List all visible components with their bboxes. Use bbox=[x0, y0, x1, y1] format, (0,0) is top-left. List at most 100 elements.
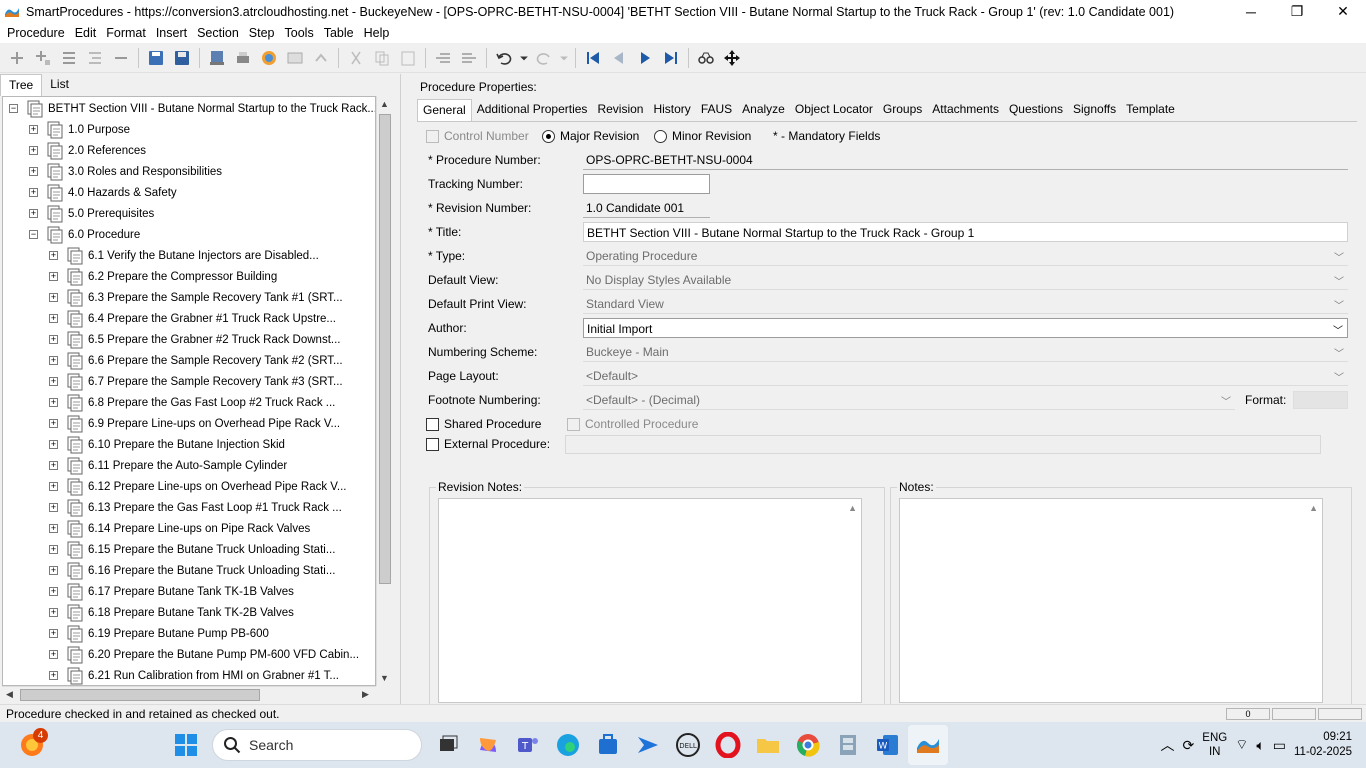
tree-step[interactable]: +6.10 Prepare the Butane Injection Skid bbox=[49, 434, 285, 455]
indent-button[interactable] bbox=[456, 45, 482, 71]
tree-step[interactable]: +6.15 Prepare the Butane Truck Unloading… bbox=[49, 539, 335, 560]
expand-icon[interactable]: + bbox=[49, 272, 58, 281]
redo-dropdown[interactable] bbox=[557, 45, 571, 71]
default-view-select[interactable]: No Display Styles Available ﹀ bbox=[583, 270, 1348, 290]
major-revision-radio[interactable] bbox=[542, 129, 555, 143]
taskbar-opera[interactable] bbox=[708, 725, 748, 765]
menu-step[interactable]: Step bbox=[244, 26, 280, 40]
tab-general[interactable]: General bbox=[417, 99, 472, 121]
expand-icon[interactable]: + bbox=[29, 167, 38, 176]
expand-icon[interactable]: + bbox=[29, 146, 38, 155]
expand-icon[interactable]: + bbox=[49, 629, 58, 638]
tree-step[interactable]: +6.9 Prepare Line-ups on Overhead Pipe R… bbox=[49, 413, 340, 434]
expand-icon[interactable]: + bbox=[49, 251, 58, 260]
tab-attachments[interactable]: Attachments bbox=[927, 99, 1004, 121]
taskbar-copilot[interactable] bbox=[468, 725, 508, 765]
tree-step[interactable]: +6.12 Prepare Line-ups on Overhead Pipe … bbox=[49, 476, 347, 497]
menu-help[interactable]: Help bbox=[359, 26, 395, 40]
taskbar-task-view[interactable] bbox=[428, 725, 468, 765]
expand-icon[interactable]: + bbox=[49, 524, 58, 533]
menu-procedure[interactable]: Procedure bbox=[2, 26, 70, 40]
expand-icon[interactable]: + bbox=[49, 671, 58, 680]
type-select[interactable]: Operating Procedure ﹀ bbox=[583, 246, 1348, 266]
collapse-icon[interactable]: − bbox=[9, 104, 18, 113]
expand-icon[interactable]: + bbox=[49, 377, 58, 386]
external-procedure-option[interactable]: External Procedure: bbox=[426, 437, 550, 451]
tab-object-locator[interactable]: Object Locator bbox=[790, 99, 878, 121]
taskbar-word[interactable]: W bbox=[868, 725, 908, 765]
tree-step[interactable]: +6.7 Prepare the Sample Recovery Tank #3… bbox=[49, 371, 343, 392]
add-subitem-button[interactable] bbox=[30, 45, 56, 71]
tree-section[interactable]: +2.0 References bbox=[29, 140, 146, 161]
maximize-button[interactable]: ❐ bbox=[1274, 0, 1320, 23]
major-revision-option[interactable]: Major Revision bbox=[542, 129, 639, 143]
expand-icon[interactable]: + bbox=[49, 587, 58, 596]
tab-history[interactable]: History bbox=[648, 99, 695, 121]
redo-button[interactable] bbox=[531, 45, 557, 71]
publish-button[interactable] bbox=[204, 45, 230, 71]
language-indicator[interactable]: ENG IN bbox=[1202, 731, 1227, 759]
scroll-thumb[interactable] bbox=[20, 689, 260, 701]
first-button[interactable] bbox=[580, 45, 606, 71]
taskbar-dell[interactable]: DELL bbox=[668, 725, 708, 765]
tree-step[interactable]: +6.14 Prepare Line-ups on Pipe Rack Valv… bbox=[49, 518, 310, 539]
next-button[interactable] bbox=[632, 45, 658, 71]
tree-step[interactable]: +6.13 Prepare the Gas Fast Loop #1 Truck… bbox=[49, 497, 342, 518]
tree-section[interactable]: +3.0 Roles and Responsibilities bbox=[29, 161, 222, 182]
menu-format[interactable]: Format bbox=[101, 26, 151, 40]
notes-textarea[interactable]: ▲ bbox=[899, 498, 1323, 703]
expand-icon[interactable]: + bbox=[49, 440, 58, 449]
expand-icon[interactable]: + bbox=[49, 461, 58, 470]
taskbar-firefox[interactable]: 4 bbox=[12, 725, 52, 765]
expand-icon[interactable]: + bbox=[49, 482, 58, 491]
tree-vertical-scrollbar[interactable]: ▲ ▼ bbox=[376, 96, 392, 686]
indent-list-button[interactable] bbox=[82, 45, 108, 71]
cut-button[interactable] bbox=[343, 45, 369, 71]
scroll-right-icon[interactable]: ▶ bbox=[362, 689, 369, 700]
form-button[interactable] bbox=[282, 45, 308, 71]
scroll-up-icon[interactable]: ▲ bbox=[1309, 503, 1318, 513]
revision-notes-textarea[interactable]: ▲ bbox=[438, 498, 862, 703]
tab-template[interactable]: Template bbox=[1121, 99, 1180, 121]
tree-step[interactable]: +6.16 Prepare the Butane Truck Unloading… bbox=[49, 560, 335, 581]
scroll-up-icon[interactable]: ▲ bbox=[380, 99, 389, 109]
taskbar-app-cabinet[interactable] bbox=[828, 725, 868, 765]
tree-step[interactable]: +6.11 Prepare the Auto-Sample Cylinder bbox=[49, 455, 287, 476]
tab-tree[interactable]: Tree bbox=[0, 74, 43, 96]
tree-section[interactable]: +5.0 Prerequisites bbox=[29, 203, 154, 224]
battery-icon[interactable]: ▭ bbox=[1273, 737, 1286, 754]
tree-step[interactable]: +6.21 Run Calibration from HMI on Grabne… bbox=[49, 665, 339, 685]
tracking-number-input[interactable] bbox=[583, 174, 710, 194]
expand-icon[interactable]: + bbox=[49, 314, 58, 323]
tree-step[interactable]: +6.8 Prepare the Gas Fast Loop #2 Truck … bbox=[49, 392, 335, 413]
taskbar-edge[interactable] bbox=[548, 725, 588, 765]
default-print-view-select[interactable]: Standard View ﹀ bbox=[583, 294, 1348, 314]
tab-additional-properties[interactable]: Additional Properties bbox=[472, 99, 593, 121]
tree-horizontal-scrollbar[interactable]: ◀ ▶ bbox=[2, 686, 376, 702]
tree-step[interactable]: +6.5 Prepare the Grabner #2 Truck Rack D… bbox=[49, 329, 340, 350]
expand-icon[interactable]: + bbox=[49, 650, 58, 659]
redo-tool-button[interactable] bbox=[308, 45, 334, 71]
undo-button[interactable] bbox=[491, 45, 517, 71]
tree-step[interactable]: +6.2 Prepare the Compressor Building bbox=[49, 266, 277, 287]
tree-step[interactable]: +6.17 Prepare Butane Tank TK-1B Valves bbox=[49, 581, 294, 602]
expand-icon[interactable]: + bbox=[49, 608, 58, 617]
tree-step[interactable]: +6.1 Verify the Butane Injectors are Dis… bbox=[49, 245, 319, 266]
taskbar-chrome[interactable] bbox=[788, 725, 828, 765]
tab-groups[interactable]: Groups bbox=[878, 99, 927, 121]
expand-icon[interactable]: + bbox=[49, 398, 58, 407]
footnote-numbering-select[interactable]: <Default> - (Decimal) ﹀ bbox=[583, 390, 1235, 410]
find-button[interactable] bbox=[693, 45, 719, 71]
tree-step[interactable]: +6.19 Prepare Butane Pump PB-600 bbox=[49, 623, 269, 644]
scroll-left-icon[interactable]: ◀ bbox=[6, 689, 13, 700]
scroll-down-icon[interactable]: ▼ bbox=[380, 673, 389, 683]
expand-icon[interactable]: + bbox=[29, 188, 38, 197]
panel-splitter[interactable] bbox=[400, 74, 406, 704]
tree-section[interactable]: +4.0 Hazards & Safety bbox=[29, 182, 177, 203]
start-button[interactable] bbox=[166, 725, 206, 765]
tree-step[interactable]: +6.4 Prepare the Grabner #1 Truck Rack U… bbox=[49, 308, 336, 329]
taskbar-teams[interactable]: T bbox=[508, 725, 548, 765]
expand-icon[interactable]: + bbox=[49, 293, 58, 302]
undo-dropdown[interactable] bbox=[517, 45, 531, 71]
expand-icon[interactable]: + bbox=[49, 566, 58, 575]
